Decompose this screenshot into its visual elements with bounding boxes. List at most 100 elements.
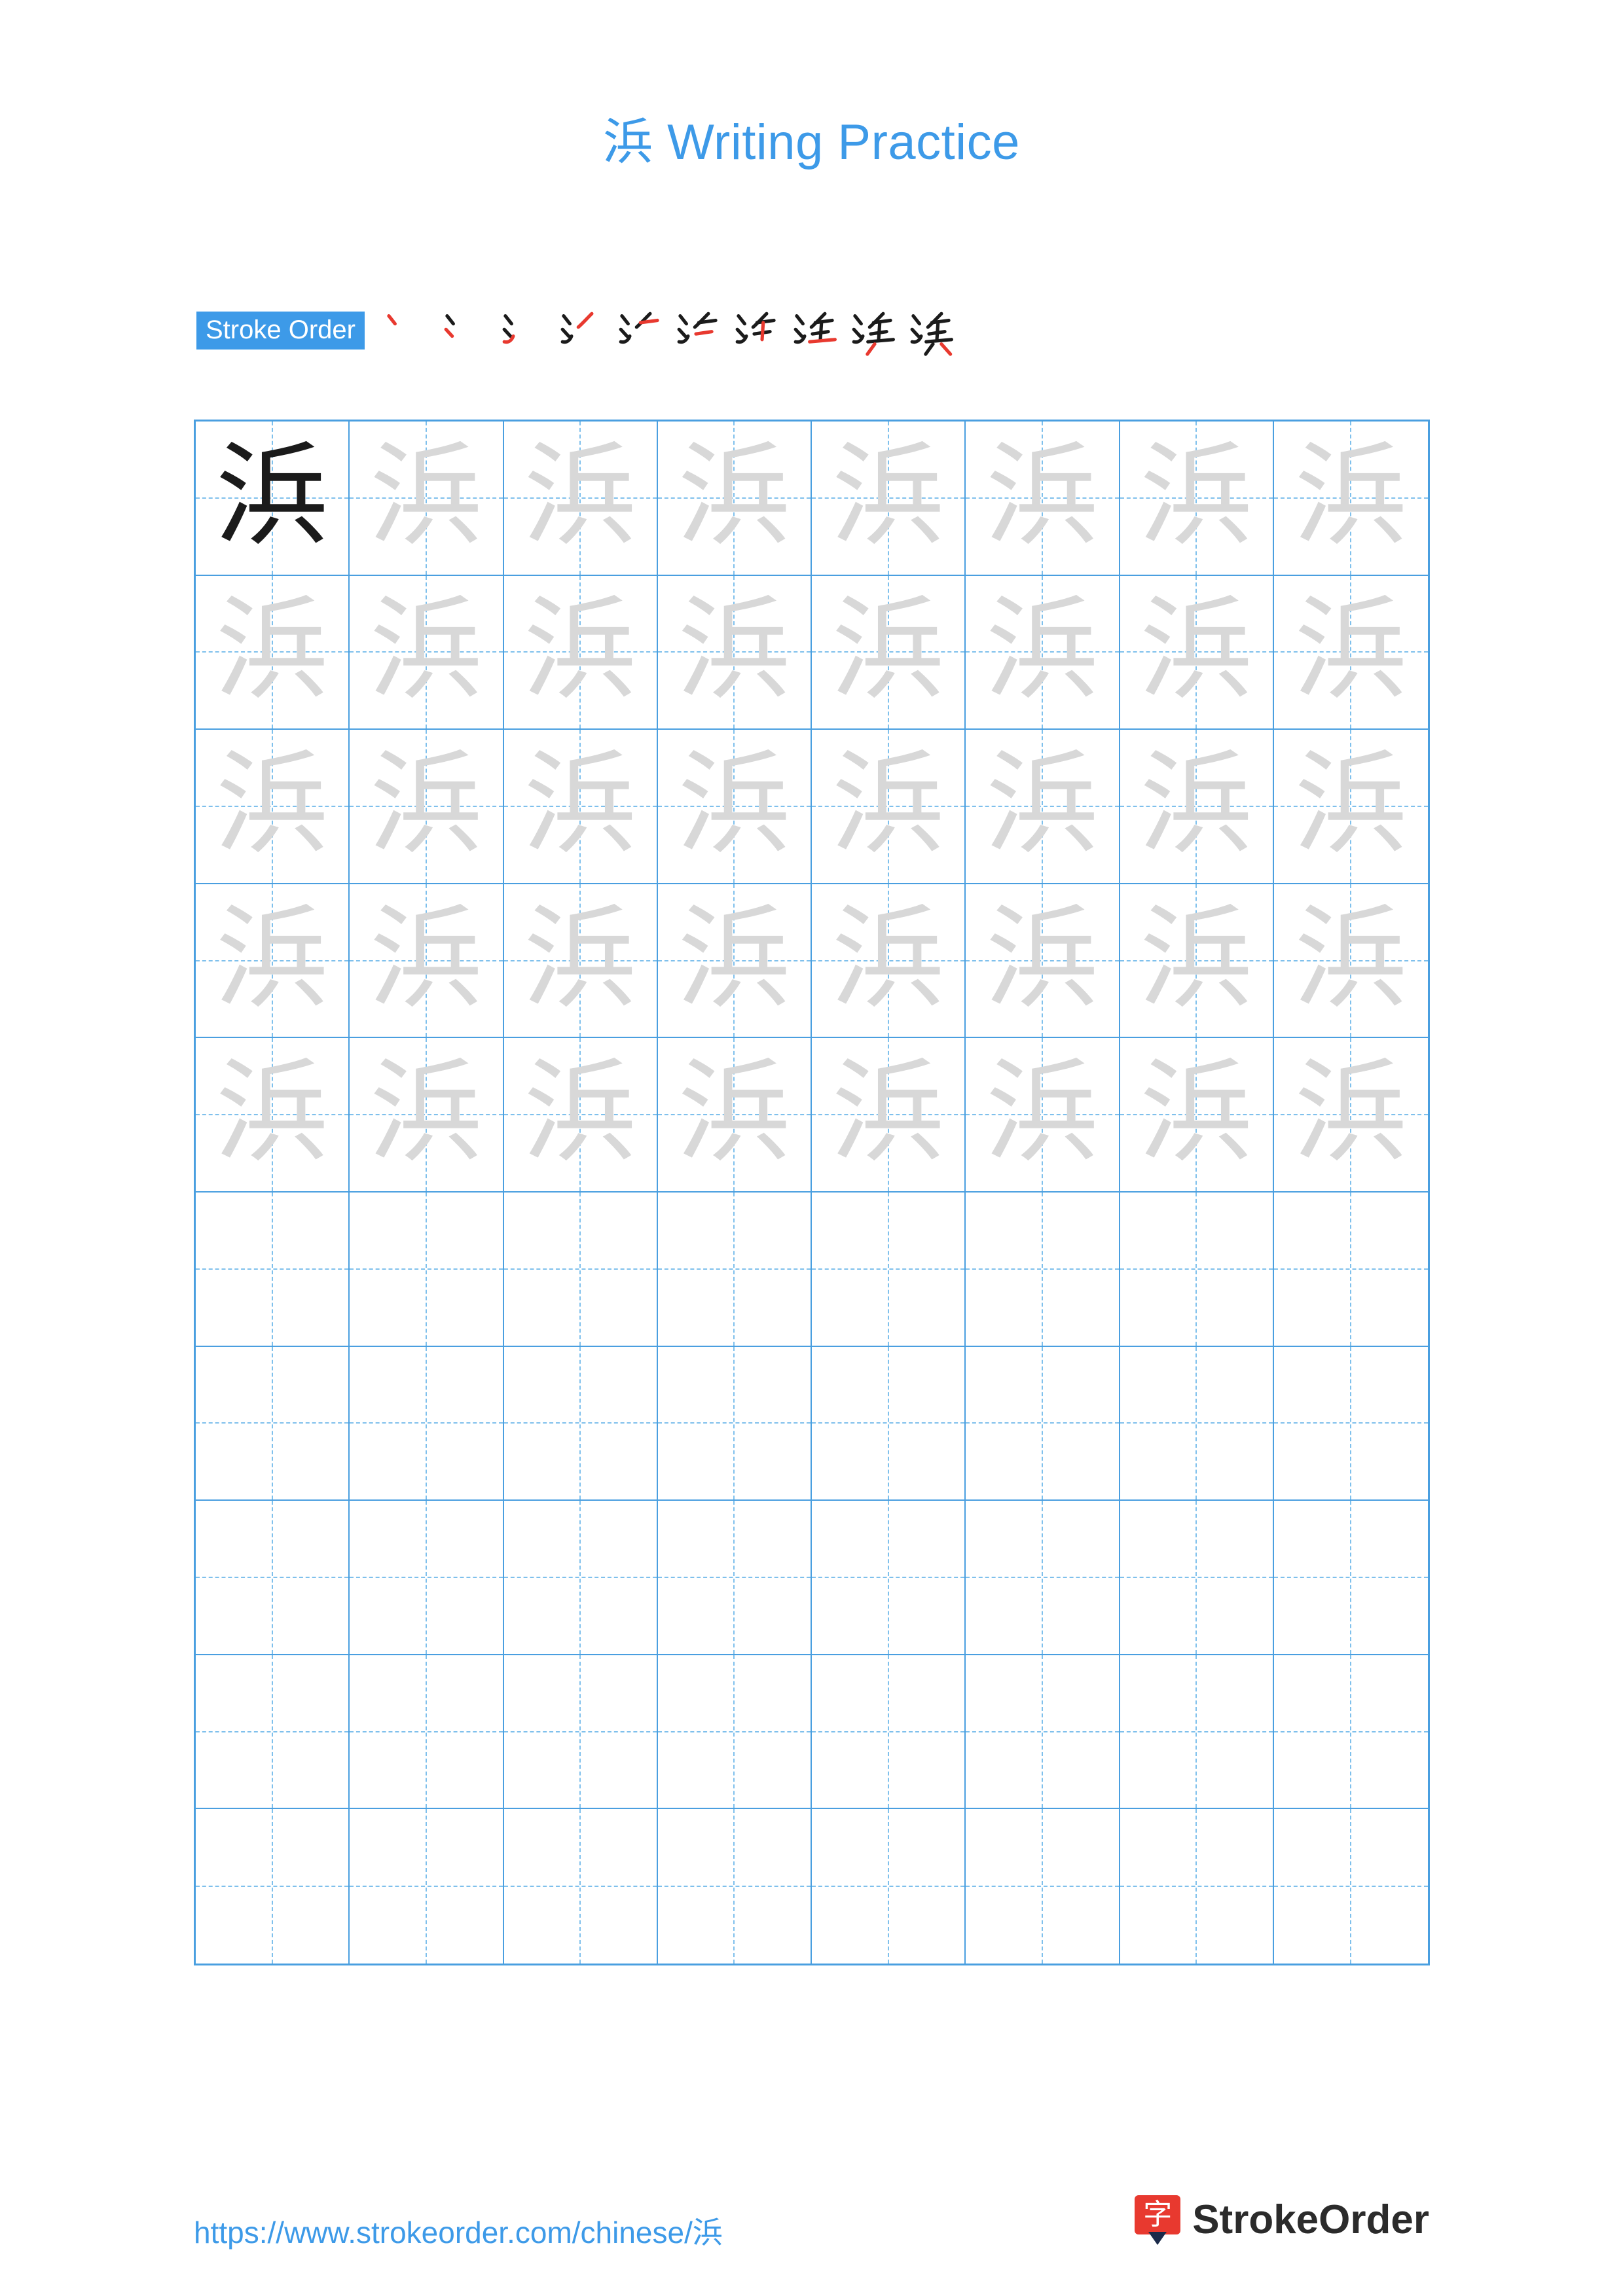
practice-cell-r1-c1[interactable]: 浜 xyxy=(196,422,350,576)
practice-cell-r4-c8[interactable]: 浜 xyxy=(1273,884,1428,1039)
practice-cell-r2-c4[interactable]: 浜 xyxy=(657,575,812,730)
practice-cell-blank xyxy=(658,1347,811,1500)
practice-cell-character: 浜 xyxy=(678,1047,791,1179)
practice-cell-r10-c3[interactable] xyxy=(504,1809,658,1964)
practice-cell-character: 浜 xyxy=(985,892,1099,1024)
practice-cell-r9-c1[interactable] xyxy=(196,1655,350,1810)
practice-cell-r4-c2[interactable]: 浜 xyxy=(350,884,504,1039)
practice-cell-r9-c5[interactable] xyxy=(812,1655,966,1810)
practice-cell-r9-c6[interactable] xyxy=(966,1655,1120,1810)
practice-cell-blank xyxy=(504,1501,657,1654)
practice-cell-r6-c5[interactable] xyxy=(812,1193,966,1347)
practice-cell-r4-c6[interactable]: 浜 xyxy=(966,884,1120,1039)
practice-cell-r1-c3[interactable]: 浜 xyxy=(503,422,658,576)
practice-cell-r4-c3[interactable]: 浜 xyxy=(503,884,658,1039)
practice-cell-r1-c7[interactable]: 浜 xyxy=(1120,422,1274,576)
practice-cell-r2-c3[interactable]: 浜 xyxy=(503,575,658,730)
practice-cell-r7-c7[interactable] xyxy=(1120,1346,1274,1501)
practice-cell-r6-c4[interactable] xyxy=(657,1193,812,1347)
practice-cell-r2-c7[interactable]: 浜 xyxy=(1120,575,1274,730)
practice-cell-r7-c6[interactable] xyxy=(966,1346,1120,1501)
practice-cell-r4-c5[interactable]: 浜 xyxy=(812,884,966,1039)
practice-cell-r6-c7[interactable] xyxy=(1120,1193,1274,1347)
practice-cell-r7-c3[interactable] xyxy=(503,1346,658,1501)
practice-cell-r1-c4[interactable]: 浜 xyxy=(657,422,812,576)
practice-cell-r4-c4[interactable]: 浜 xyxy=(657,884,812,1039)
practice-cell-r5-c2[interactable]: 浜 xyxy=(350,1038,504,1193)
practice-cell-r9-c2[interactable] xyxy=(350,1655,504,1810)
practice-cell-r7-c8[interactable] xyxy=(1273,1347,1428,1501)
practice-cell-r10-c2[interactable] xyxy=(350,1809,504,1964)
practice-cell-r8-c1[interactable] xyxy=(196,1501,350,1655)
practice-cell-character: 浜 xyxy=(1294,738,1408,870)
practice-cell-r6-c8[interactable] xyxy=(1273,1193,1428,1347)
practice-cell-r1-c8[interactable]: 浜 xyxy=(1273,422,1428,576)
practice-cell-character: 浜 xyxy=(985,584,1099,716)
practice-cell-r6-c3[interactable] xyxy=(503,1193,658,1347)
practice-cell-character: 浜 xyxy=(524,738,637,870)
practice-cell-r9-c4[interactable] xyxy=(657,1655,812,1810)
practice-cell-r4-c7[interactable]: 浜 xyxy=(1120,884,1274,1039)
practice-cell-r8-c8[interactable] xyxy=(1273,1501,1428,1655)
practice-cell-r7-c2[interactable] xyxy=(350,1346,504,1501)
practice-cell-r5-c7[interactable]: 浜 xyxy=(1120,1038,1274,1193)
practice-cell-blank xyxy=(350,1655,502,1808)
practice-cell-r3-c6[interactable]: 浜 xyxy=(966,730,1120,884)
practice-cell-r1-c2[interactable]: 浜 xyxy=(350,422,504,576)
practice-cell-r5-c3[interactable]: 浜 xyxy=(503,1038,658,1193)
practice-cell-blank xyxy=(196,1655,348,1808)
practice-cell-r8-c4[interactable] xyxy=(657,1501,812,1655)
practice-cell-r9-c3[interactable] xyxy=(503,1655,658,1810)
practice-cell-r2-c2[interactable]: 浜 xyxy=(350,575,504,730)
practice-cell-r6-c2[interactable] xyxy=(350,1193,504,1347)
practice-cell-r3-c7[interactable]: 浜 xyxy=(1120,730,1274,884)
practice-cell-r7-c5[interactable] xyxy=(812,1346,966,1501)
practice-cell-r2-c8[interactable]: 浜 xyxy=(1273,576,1428,730)
practice-cell-r6-c1[interactable] xyxy=(196,1193,350,1347)
practice-cell-blank xyxy=(658,1655,811,1808)
practice-cell-r10-c1[interactable] xyxy=(196,1809,350,1964)
practice-cell-r5-c4[interactable]: 浜 xyxy=(657,1038,812,1193)
practice-cell-r10-c7[interactable] xyxy=(1120,1809,1274,1964)
practice-cell-r8-c7[interactable] xyxy=(1120,1501,1274,1655)
practice-cell-r8-c5[interactable] xyxy=(812,1501,966,1655)
practice-cell-r5-c1[interactable]: 浜 xyxy=(196,1038,350,1193)
practice-cell-r10-c8[interactable] xyxy=(1274,1809,1428,1964)
practice-cell-r2-c6[interactable]: 浜 xyxy=(966,575,1120,730)
practice-cell-r10-c6[interactable] xyxy=(966,1809,1120,1964)
practice-cell-r8-c2[interactable] xyxy=(350,1501,504,1655)
practice-cell-character: 浜 xyxy=(524,892,637,1024)
practice-cell-r3-c3[interactable]: 浜 xyxy=(503,730,658,884)
practice-cell-r1-c5[interactable]: 浜 xyxy=(812,422,966,576)
practice-cell-r5-c8[interactable]: 浜 xyxy=(1273,1038,1428,1193)
practice-cell-r3-c5[interactable]: 浜 xyxy=(812,730,966,884)
practice-cell-r9-c8[interactable] xyxy=(1273,1655,1428,1810)
practice-cell-r1-c6[interactable]: 浜 xyxy=(966,422,1120,576)
practice-cell-r9-c7[interactable] xyxy=(1120,1655,1274,1810)
practice-cell-r2-c1[interactable]: 浜 xyxy=(196,575,350,730)
practice-cell-blank xyxy=(504,1809,657,1964)
practice-cell-r3-c1[interactable]: 浜 xyxy=(196,730,350,884)
practice-cell-r3-c2[interactable]: 浜 xyxy=(350,730,504,884)
practice-cell-r3-c4[interactable]: 浜 xyxy=(657,730,812,884)
practice-cell-r8-c6[interactable] xyxy=(966,1501,1120,1655)
practice-cell-r8-c3[interactable] xyxy=(503,1501,658,1655)
practice-cell-r2-c5[interactable]: 浜 xyxy=(812,575,966,730)
practice-cell-r5-c6[interactable]: 浜 xyxy=(966,1038,1120,1193)
practice-cell-r10-c4[interactable] xyxy=(658,1809,812,1964)
practice-cell-r10-c5[interactable] xyxy=(812,1809,966,1964)
practice-cell-r7-c4[interactable] xyxy=(657,1346,812,1501)
practice-cell-blank xyxy=(196,1809,348,1964)
practice-cell-character: 浜 xyxy=(1140,429,1253,562)
practice-cell-blank xyxy=(1120,1501,1273,1654)
practice-cell-character: 浜 xyxy=(678,892,791,1024)
practice-cell-r4-c1[interactable]: 浜 xyxy=(196,884,350,1039)
practice-cell-r6-c6[interactable] xyxy=(966,1193,1120,1347)
practice-cell-r3-c8[interactable]: 浜 xyxy=(1273,730,1428,884)
practice-cell-r7-c1[interactable] xyxy=(196,1346,350,1501)
practice-cell-r5-c5[interactable]: 浜 xyxy=(812,1038,966,1193)
footer-url[interactable]: https://www.strokeorder.com/chinese/浜 xyxy=(194,2209,723,2252)
practice-cell-character: 浜 xyxy=(369,892,483,1024)
page-title: 浜 Writing Practice xyxy=(603,115,1020,170)
stroke-step-4 xyxy=(551,302,608,359)
